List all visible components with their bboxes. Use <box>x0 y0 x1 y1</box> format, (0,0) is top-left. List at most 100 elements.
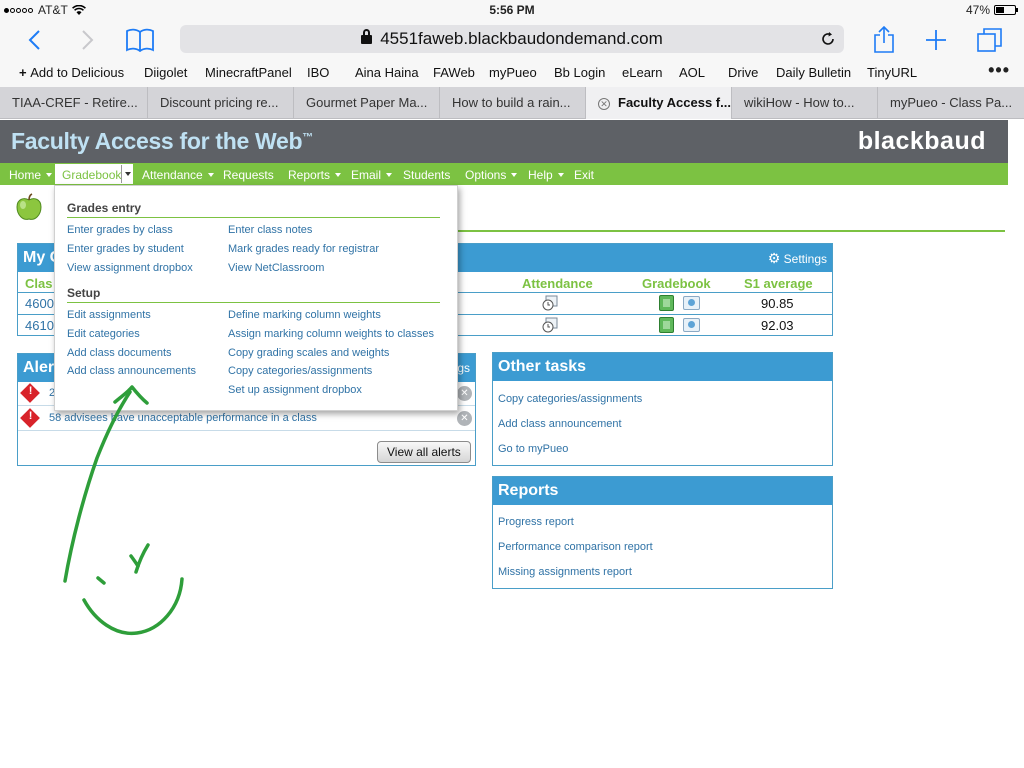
close-tab-icon[interactable]: ✕ <box>598 98 610 110</box>
nav-home[interactable]: Home <box>9 168 53 182</box>
bookmark-add-to-delicious[interactable]: + Add to Delicious <box>19 65 124 80</box>
column-header-class: Clas <box>25 276 53 291</box>
menu-item-view-assignment-dropbox[interactable]: View assignment dropbox <box>67 262 193 274</box>
netclassroom-icon[interactable] <box>683 296 700 310</box>
forward-button[interactable] <box>70 24 106 56</box>
nav-students[interactable]: Students <box>403 168 450 182</box>
menu-item-mark-grades-ready[interactable]: Mark grades ready for registrar <box>228 243 379 255</box>
bookmark-minecraftpanel[interactable]: MinecraftPanel <box>205 65 292 80</box>
battery-icon <box>994 5 1018 15</box>
report-link-missing-assignments[interactable]: Missing assignments report <box>498 566 632 578</box>
site-title: Faculty Access for the Web™ <box>11 128 313 154</box>
more-icon[interactable]: ••• <box>988 60 1010 81</box>
alert-icon <box>20 383 40 403</box>
back-button[interactable] <box>16 24 52 56</box>
nav-reports[interactable]: Reports <box>288 168 342 182</box>
smiley-left-eye <box>96 576 106 585</box>
bookmark-drive[interactable]: Drive <box>728 65 758 80</box>
alerts-settings-button[interactable]: gs <box>457 354 470 382</box>
tab-how-to-build[interactable]: How to build a rain... <box>440 87 586 119</box>
bookmark-aol[interactable]: AOL <box>679 65 705 80</box>
menu-item-enter-grades-by-student[interactable]: Enter grades by student <box>67 243 184 255</box>
nav-email[interactable]: Email <box>351 168 393 182</box>
caret-down-icon <box>46 173 53 177</box>
tabs-overview-button[interactable] <box>972 24 1008 56</box>
menu-item-edit-categories[interactable]: Edit categories <box>67 328 140 340</box>
menu-item-copy-grading-scales[interactable]: Copy grading scales and weights <box>228 347 389 359</box>
report-link-performance-comparison[interactable]: Performance comparison report <box>498 541 653 553</box>
caret-down-icon <box>335 173 342 177</box>
alerts-panel-title: Aler <box>23 359 55 376</box>
menu-item-enter-class-notes[interactable]: Enter class notes <box>228 224 312 236</box>
menu-item-add-class-announcements[interactable]: Add class announcements <box>67 365 196 377</box>
bookmark-ibo[interactable]: IBO <box>307 65 329 80</box>
plus-icon: + <box>19 65 31 80</box>
tab-tiaa-cref[interactable]: TIAA-CREF - Retire... <box>0 87 148 119</box>
bookmark-tinyurl[interactable]: TinyURL <box>867 65 917 80</box>
tab-faculty-access[interactable]: ✕ Faculty Access f... <box>586 87 732 119</box>
address-bar[interactable]: 4551faweb.blackbaudondemand.com <box>180 25 844 53</box>
main-nav: Home Attendance Requests Reports Email S… <box>0 163 1008 185</box>
nav-help[interactable]: Help <box>528 168 564 182</box>
menu-item-define-marking-column-weights[interactable]: Define marking column weights <box>228 309 381 321</box>
menu-item-set-up-assignment-dropbox[interactable]: Set up assignment dropbox <box>228 384 362 396</box>
task-link-copy-categories[interactable]: Copy categories/assignments <box>498 393 642 405</box>
menu-item-add-class-documents[interactable]: Add class documents <box>67 347 172 359</box>
browser-tabs: TIAA-CREF - Retire... Discount pricing r… <box>0 87 1024 119</box>
bookmark-bb-login[interactable]: Bb Login <box>554 65 605 80</box>
open-book-icon <box>126 28 154 53</box>
attendance-clock-icon[interactable] <box>542 295 558 311</box>
tab-mypueo[interactable]: myPueo - Class Pa... <box>878 87 1024 119</box>
view-all-alerts-button[interactable]: View all alerts <box>377 441 471 463</box>
task-link-add-announcement[interactable]: Add class announcement <box>498 418 622 430</box>
battery-percent: 47% <box>965 3 990 17</box>
task-link-go-to-mypueo[interactable]: Go to myPueo <box>498 443 568 455</box>
menu-item-enter-grades-by-class[interactable]: Enter grades by class <box>67 224 173 236</box>
nav-requests[interactable]: Requests <box>223 168 274 182</box>
alert-link[interactable]: 58 advisees have unacceptable performanc… <box>49 412 317 424</box>
bookmark-daily-bulletin[interactable]: Daily Bulletin <box>776 65 851 80</box>
gear-icon: ⚙ <box>767 250 781 266</box>
nav-exit[interactable]: Exit <box>574 168 594 182</box>
class-id-link[interactable]: 4610 <box>25 318 54 333</box>
nav-attendance[interactable]: Attendance <box>142 168 214 182</box>
nav-options[interactable]: Options <box>465 168 518 182</box>
bookmark-faweb[interactable]: FAWeb <box>433 65 475 80</box>
smiley-nose <box>129 554 140 568</box>
netclassroom-icon[interactable] <box>683 318 700 332</box>
other-tasks-panel: Other tasks Copy categories/assignments … <box>492 352 833 466</box>
class-id-link[interactable]: 4600 <box>25 296 54 311</box>
bookmark-aina-haina[interactable]: Aina Haina <box>355 65 419 80</box>
gradebook-icon[interactable] <box>659 295 674 311</box>
tab-discount-pricing[interactable]: Discount pricing re... <box>148 87 294 119</box>
share-button[interactable] <box>866 24 902 56</box>
reload-icon[interactable] <box>820 25 836 56</box>
bookmark-diigolet[interactable]: Diigolet <box>144 65 187 80</box>
nav-gradebook[interactable]: Gradebook <box>54 163 134 185</box>
caret-down-icon <box>511 173 518 177</box>
plus-icon <box>926 30 946 50</box>
menu-item-copy-categories-assignments[interactable]: Copy categories/assignments <box>228 365 372 377</box>
column-header-s1-average: S1 average <box>744 276 813 291</box>
bookmarks-bar: + Add to Delicious Diigolet MinecraftPan… <box>0 60 1024 87</box>
tab-gourmet-paper[interactable]: Gourmet Paper Ma... <box>294 87 440 119</box>
tab-wikihow[interactable]: wikiHow - How to... <box>732 87 878 119</box>
bookmark-elearn[interactable]: eLearn <box>622 65 662 80</box>
url-text: 4551faweb.blackbaudondemand.com <box>380 29 663 48</box>
close-icon[interactable]: ✕ <box>457 386 472 401</box>
classes-settings-button[interactable]: ⚙ Settings <box>768 244 827 273</box>
menu-item-edit-assignments[interactable]: Edit assignments <box>67 309 151 321</box>
report-link-progress[interactable]: Progress report <box>498 516 574 528</box>
bookmarks-button[interactable] <box>122 24 158 56</box>
close-icon[interactable]: ✕ <box>457 411 472 426</box>
bookmark-mypueo[interactable]: myPueo <box>489 65 537 80</box>
menu-item-view-netclassroom[interactable]: View NetClassroom <box>228 262 324 274</box>
gradebook-icon[interactable] <box>659 317 674 333</box>
menu-item-assign-marking-column-weights[interactable]: Assign marking column weights to classes <box>228 328 434 340</box>
nav-gradebook-label: Gradebook <box>62 168 122 182</box>
chevron-left-icon <box>28 30 40 50</box>
status-bar: AT&T 5:56 PM 47% <box>0 0 1024 20</box>
caret-down-icon[interactable] <box>121 165 133 183</box>
attendance-clock-icon[interactable] <box>542 317 558 333</box>
new-tab-button[interactable] <box>918 24 954 56</box>
